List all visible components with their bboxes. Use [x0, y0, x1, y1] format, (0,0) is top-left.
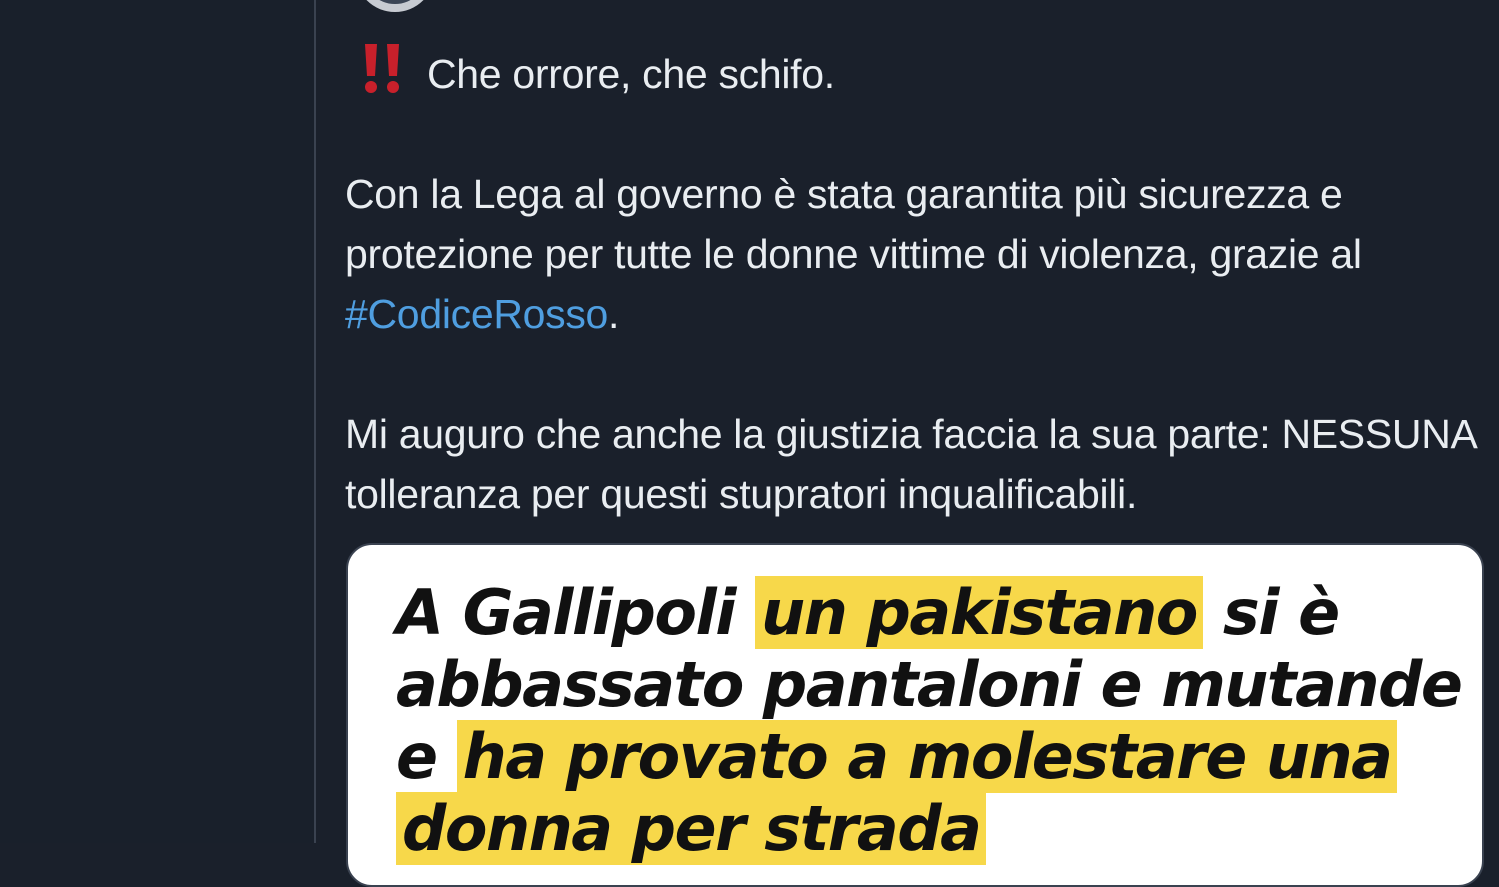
headline-line-3: e ha provato a molestare una	[396, 720, 1456, 793]
tweet-paragraph-2-end: .	[608, 291, 620, 337]
tweet-paragraph-3: Mi auguro che anche la giustizia faccia …	[345, 411, 1476, 517]
hashtag-link[interactable]: #CodiceRosso	[345, 291, 608, 337]
headline-line-1: A Gallipoli un pakistano si è	[396, 576, 1456, 649]
tweet-media-card[interactable]: A Gallipoli un pakistano si è abbassato …	[346, 543, 1484, 887]
double-exclamation-icon	[365, 44, 399, 93]
media-headline: A Gallipoli un pakistano si è abbassato …	[396, 576, 1463, 865]
headline-text: A Gallipoli	[396, 576, 756, 649]
headline-highlight: donna per strada	[396, 792, 987, 865]
headline-line-2: abbassato pantaloni e mutande	[396, 648, 1463, 721]
tweet-text: Che orrore, che schifo. Con la Lega al g…	[345, 40, 1485, 524]
avatar-image	[363, 0, 427, 4]
tweet-line-1-text: Che orrore, che schifo.	[427, 51, 835, 97]
left-sidebar	[0, 0, 314, 843]
headline-line-4: donna per strada	[396, 792, 1456, 865]
headline-highlight: un pakistano	[755, 576, 1203, 649]
headline-text: e	[396, 720, 457, 793]
tweet-paragraph-2-text: Con la Lega al governo è stata garantita…	[345, 171, 1362, 277]
headline-highlight: ha provato a molestare una	[456, 720, 1398, 793]
headline-text: si è	[1202, 576, 1340, 649]
tweet-line-1: Che orrore, che schifo.	[345, 40, 1485, 104]
tweet-paragraph-2: Con la Lega al governo è stata garantita…	[345, 164, 1485, 344]
